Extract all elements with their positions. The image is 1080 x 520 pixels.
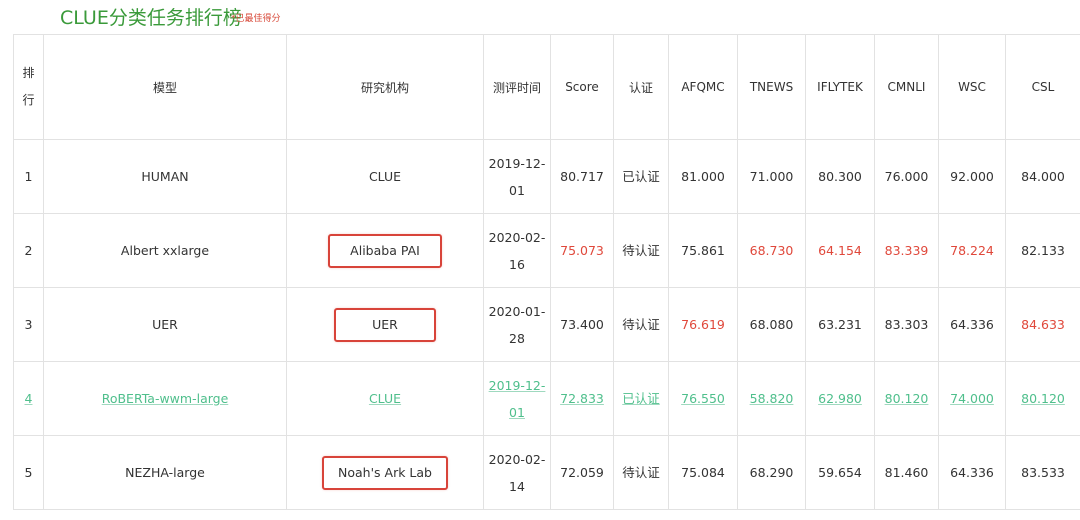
cell-time-part2: 16 — [509, 256, 525, 272]
cell-iflytek: 62.980 — [805, 361, 875, 436]
cell-time-part1: 2019-12- — [488, 377, 546, 393]
cell-time-part1: 2020-02- — [488, 451, 546, 467]
col-header-tnews[interactable]: TNEWS — [737, 34, 806, 140]
org-highlight-box: Alibaba PAI — [328, 233, 442, 268]
cell-org: Alibaba PAI — [286, 213, 484, 288]
header-row: 排行 模型 研究机构 测评时间 Score 认证 AFQMC TNEWS IFL… — [13, 34, 1080, 140]
col-header-time[interactable]: 测评时间 — [483, 34, 551, 140]
col-header-wsc[interactable]: WSC — [938, 34, 1006, 140]
cell-tnews: 71.000 — [737, 139, 806, 214]
cell-csl: 84.633 — [1005, 287, 1080, 362]
col-header-csl[interactable]: CSL — [1005, 34, 1080, 140]
cell-tnews: 68.080 — [737, 287, 806, 362]
col-header-rank[interactable]: 排行 — [13, 34, 44, 140]
best-score-note: *已最佳得分 — [231, 14, 281, 24]
cell-score: 72.833 — [550, 361, 614, 436]
cell-iflytek: 63.231 — [805, 287, 875, 362]
cell-rank: 2 — [13, 213, 44, 288]
cell-wsc: 74.000 — [938, 361, 1006, 436]
cell-score: 72.059 — [550, 435, 614, 510]
cell-csl: 84.000 — [1005, 139, 1080, 214]
org-highlight-box: UER — [334, 307, 436, 342]
cell-time-part2: 01 — [509, 182, 525, 198]
cell-cert: 已认证 — [613, 139, 669, 214]
leaderboard-table: 排行 模型 研究机构 测评时间 Score 认证 AFQMC TNEWS IFL… — [13, 34, 1080, 510]
cell-cmnli: 83.303 — [874, 287, 939, 362]
cell-time: 2019-12- 01 — [483, 139, 551, 214]
cell-wsc: 78.224 — [938, 213, 1006, 288]
table-row[interactable]: 4 RoBERTa-wwm-large CLUE 2019-12- 01 72.8… — [13, 361, 1080, 436]
cell-cert: 待认证 — [613, 213, 669, 288]
cell-rank: 3 — [13, 287, 44, 362]
cell-cmnli: 83.339 — [874, 213, 939, 288]
col-header-afqmc[interactable]: AFQMC — [668, 34, 738, 140]
table-row: 3 UER UER 2020-01- 28 73.400 待认证 76.619 6… — [13, 287, 1080, 362]
cell-wsc: 64.336 — [938, 287, 1006, 362]
cell-org: UER — [286, 287, 484, 362]
cell-model: UER — [43, 287, 287, 362]
cell-model-link[interactable]: RoBERTa-wwm-large — [43, 361, 287, 436]
cell-csl: 80.120 — [1005, 361, 1080, 436]
cell-afqmc: 75.084 — [668, 435, 738, 510]
table-row: 5 NEZHA-large Noah's Ark Lab 2020-02- 14 … — [13, 435, 1080, 510]
col-header-cmnli[interactable]: CMNLI — [874, 34, 939, 140]
table-row: 2 Albert xxlarge Alibaba PAI 2020-02- 16 … — [13, 213, 1080, 288]
cell-tnews: 68.290 — [737, 435, 806, 510]
cell-tnews: 58.820 — [737, 361, 806, 436]
cell-model: HUMAN — [43, 139, 287, 214]
cell-time-part1: 2020-01- — [488, 303, 546, 319]
col-header-score[interactable]: Score — [550, 34, 614, 140]
cell-csl: 82.133 — [1005, 213, 1080, 288]
col-header-model[interactable]: 模型 — [43, 34, 287, 140]
cell-org-link[interactable]: CLUE — [286, 361, 484, 436]
cell-iflytek: 80.300 — [805, 139, 875, 214]
cell-rank: 1 — [13, 139, 44, 214]
cell-time: 2020-02- 16 — [483, 213, 551, 288]
cell-cmnli: 81.460 — [874, 435, 939, 510]
col-header-cert[interactable]: 认证 — [613, 34, 669, 140]
cell-time: 2020-02- 14 — [483, 435, 551, 510]
col-header-iflytek[interactable]: IFLYTEK — [805, 34, 875, 140]
cell-rank: 5 — [13, 435, 44, 510]
cell-time: 2020-01- 28 — [483, 287, 551, 362]
cell-time-part2: 01 — [509, 404, 525, 420]
cell-time: 2019-12- 01 — [483, 361, 551, 436]
cell-cert: 待认证 — [613, 287, 669, 362]
cell-cmnli: 76.000 — [874, 139, 939, 214]
cell-score: 75.073 — [550, 213, 614, 288]
cell-wsc: 64.336 — [938, 435, 1006, 510]
cell-csl: 83.533 — [1005, 435, 1080, 510]
cell-model: Albert xxlarge — [43, 213, 287, 288]
cell-afqmc: 76.619 — [668, 287, 738, 362]
cell-iflytek: 64.154 — [805, 213, 875, 288]
cell-iflytek: 59.654 — [805, 435, 875, 510]
cell-cert: 已认证 — [613, 361, 669, 436]
org-highlight-box: Noah's Ark Lab — [322, 455, 448, 490]
cell-rank: 4 — [13, 361, 44, 436]
cell-model: NEZHA-large — [43, 435, 287, 510]
cell-org: Noah's Ark Lab — [286, 435, 484, 510]
page-title: CLUE分类任务排行榜 — [60, 7, 242, 29]
cell-afqmc: 75.861 — [668, 213, 738, 288]
cell-time-part2: 28 — [509, 330, 525, 346]
cell-time-part1: 2020-02- — [488, 229, 546, 245]
cell-score: 80.717 — [550, 139, 614, 214]
cell-afqmc: 81.000 — [668, 139, 738, 214]
col-header-org[interactable]: 研究机构 — [286, 34, 484, 140]
cell-time-part2: 14 — [509, 478, 525, 494]
cell-score: 73.400 — [550, 287, 614, 362]
cell-cert: 待认证 — [613, 435, 669, 510]
table-row: 1 HUMAN CLUE 2019-12- 01 80.717 已认证 81.00… — [13, 139, 1080, 214]
cell-afqmc: 76.550 — [668, 361, 738, 436]
cell-cmnli: 80.120 — [874, 361, 939, 436]
cell-wsc: 92.000 — [938, 139, 1006, 214]
col-header-rank-label: 排行 — [22, 66, 35, 107]
cell-tnews: 68.730 — [737, 213, 806, 288]
cell-time-part1: 2019-12- — [488, 155, 546, 171]
page-header: CLUE分类任务排行榜 *已最佳得分 — [0, 0, 1080, 34]
cell-org: CLUE — [286, 139, 484, 214]
